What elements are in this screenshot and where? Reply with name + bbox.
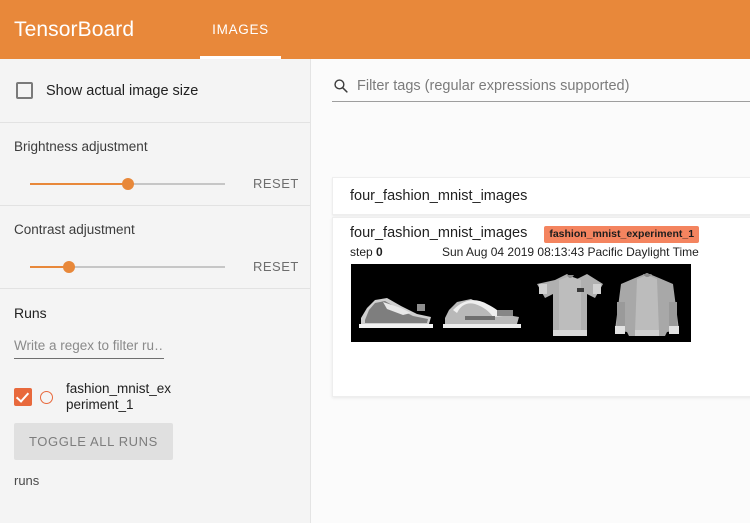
- image-thumbnail[interactable]: [351, 264, 691, 342]
- contrast-slider-row: RESET: [14, 259, 299, 274]
- tensorboard-app: TensorBoard IMAGES Show actual image siz…: [0, 0, 750, 523]
- sidebar: Show actual image size Brightness adjust…: [0, 59, 311, 523]
- checkbox-checked-icon[interactable]: [14, 388, 32, 406]
- runs-filter-input[interactable]: [14, 338, 164, 359]
- contrast-slider[interactable]: [30, 260, 225, 274]
- contrast-reset-button[interactable]: RESET: [253, 259, 299, 274]
- contrast-section: Contrast adjustment RESET: [0, 206, 310, 288]
- search-input[interactable]: [357, 77, 750, 94]
- run-item-label: fashion_mnist_experiment_1: [66, 381, 172, 412]
- step-value: 0: [376, 245, 383, 259]
- tag-group-label: four_fashion_mnist_images: [350, 188, 528, 204]
- brightness-slider[interactable]: [30, 177, 225, 191]
- brightness-label: Brightness adjustment: [14, 139, 148, 154]
- runs-title: Runs: [14, 305, 47, 321]
- tag-group-header[interactable]: four_fashion_mnist_images: [332, 177, 750, 215]
- show-actual-image-size-row[interactable]: Show actual image size: [14, 59, 296, 122]
- brightness-thumb[interactable]: [121, 177, 134, 190]
- image-card-title: four_fashion_mnist_images: [350, 225, 528, 241]
- tab-images-label: IMAGES: [212, 22, 269, 37]
- runs-section: Runs fashion_mnist_experiment_1 TOGGLE A…: [0, 289, 310, 488]
- tab-images[interactable]: IMAGES: [190, 0, 291, 59]
- show-actual-size-section: Show actual image size: [0, 59, 310, 122]
- show-actual-image-size-label: Show actual image size: [46, 82, 199, 99]
- timestamp: Sun Aug 04 2019 08:13:43 Pacific Dayligh…: [442, 245, 699, 259]
- contrast-thumb[interactable]: [63, 260, 75, 273]
- run-color-circle-icon: [40, 390, 53, 404]
- nav-tabs: IMAGES: [190, 0, 291, 59]
- contrast-label: Contrast adjustment: [14, 222, 135, 237]
- image-card-header: four_fashion_mnist_images fashion_mnist_…: [333, 218, 750, 243]
- brightness-section: Brightness adjustment RESET: [0, 123, 310, 205]
- toggle-all-runs-button[interactable]: TOGGLE ALL RUNS: [14, 423, 173, 460]
- app-header: TensorBoard IMAGES: [0, 0, 750, 59]
- search-icon: [334, 79, 348, 93]
- runs-caption: runs: [14, 473, 40, 488]
- step-indicator: step 0: [350, 245, 442, 259]
- checkbox-unchecked-icon[interactable]: [16, 82, 33, 99]
- step-label: step: [350, 245, 373, 259]
- image-card-meta: step 0 Sun Aug 04 2019 08:13:43 Pacific …: [333, 245, 750, 259]
- tag-filter-bar: [332, 77, 750, 102]
- fashion-mnist-sprites-icon: [351, 268, 691, 338]
- run-item-fashion-mnist-experiment-1[interactable]: fashion_mnist_experiment_1: [14, 381, 296, 413]
- run-badge: fashion_mnist_experiment_1: [544, 226, 700, 243]
- brightness-track-fill: [30, 182, 128, 185]
- brightness-reset-button[interactable]: RESET: [253, 176, 299, 191]
- image-card: four_fashion_mnist_images fashion_mnist_…: [332, 217, 750, 397]
- brightness-slider-row: RESET: [14, 176, 299, 191]
- images-panel: four_fashion_mnist_images four_fashion_m…: [311, 59, 750, 523]
- app-brand: TensorBoard: [14, 17, 135, 41]
